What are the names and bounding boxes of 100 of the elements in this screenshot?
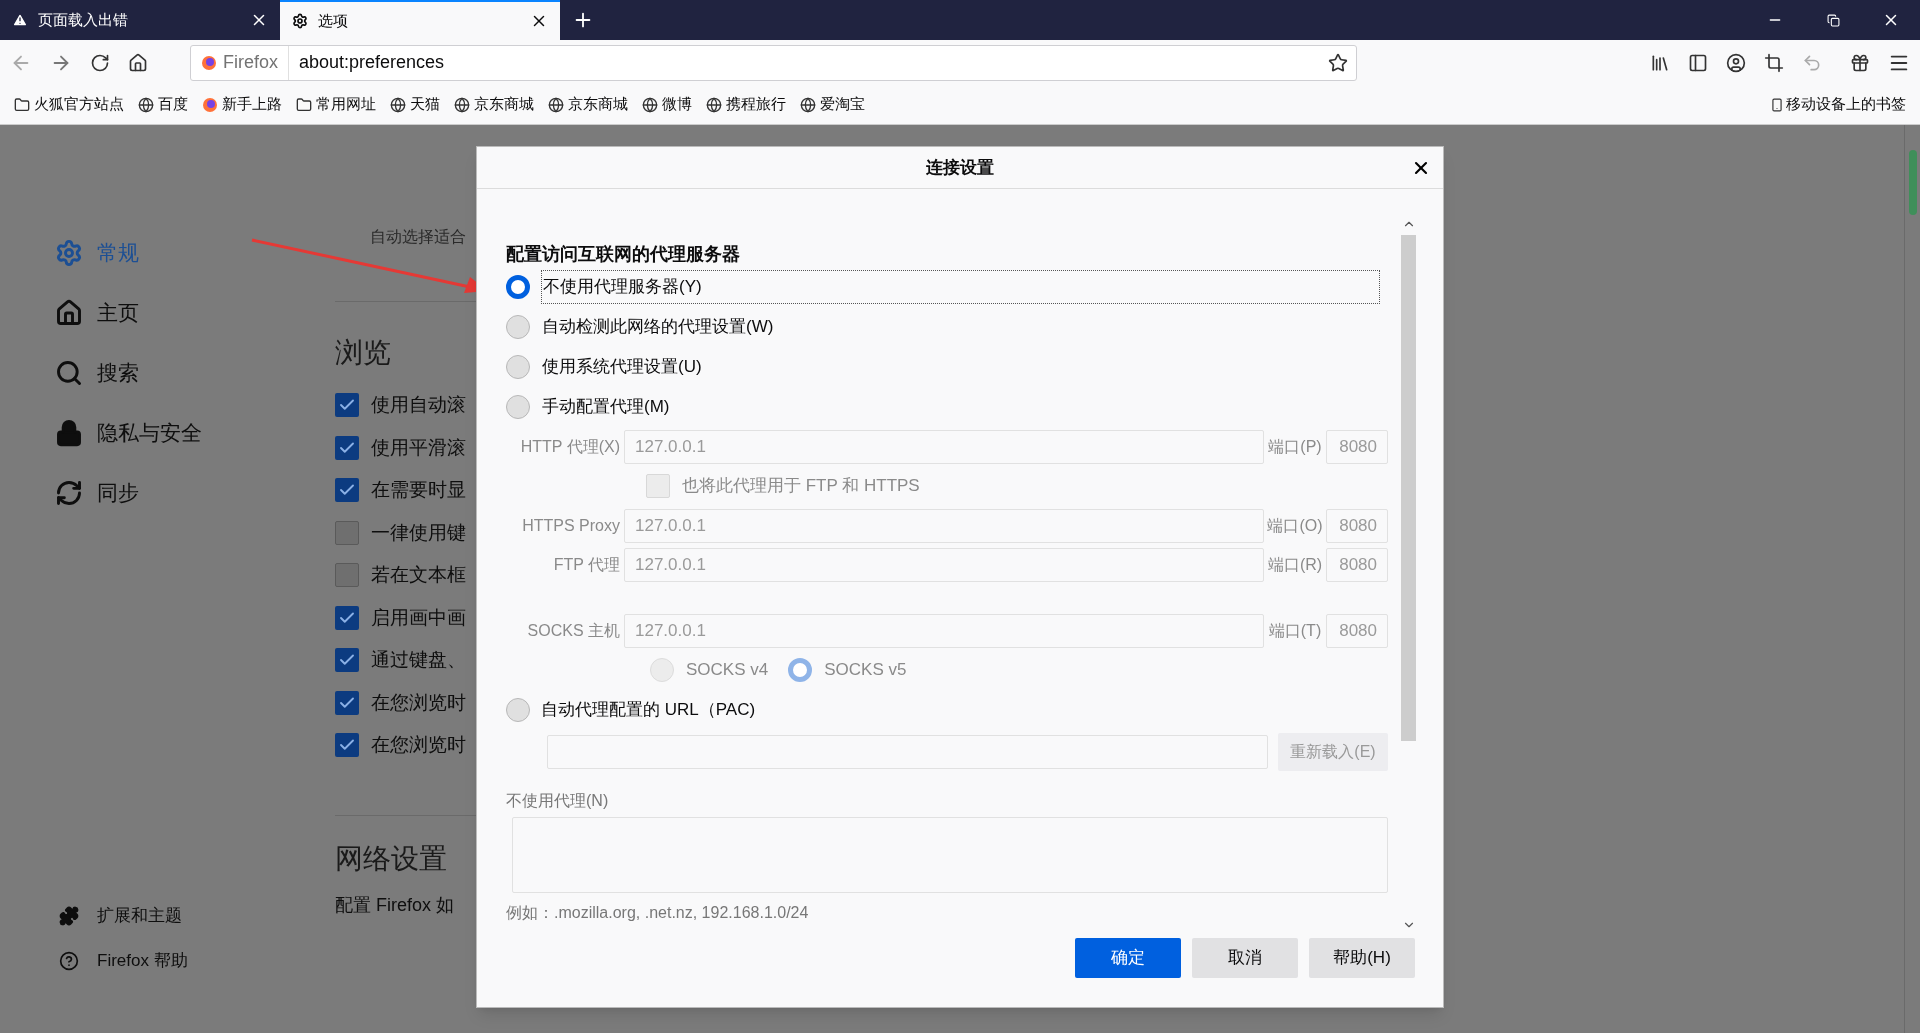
dialog-button[interactable]: 确定 [1075, 938, 1181, 978]
bookmark-item[interactable]: 新手上路 [202, 93, 282, 116]
lock-icon [55, 419, 83, 447]
radio-button[interactable] [788, 658, 813, 682]
restore-icon[interactable] [1826, 13, 1840, 27]
checkbox-label: 使用平滑滚 [371, 435, 466, 460]
proxy-label: HTTP 代理(X) [519, 437, 621, 457]
radio-label: 自动检测此网络的代理设置(W) [541, 316, 775, 339]
checkbox[interactable] [335, 733, 359, 758]
sidebar-item[interactable]: 主页 [55, 283, 335, 343]
globe-icon [390, 96, 406, 113]
account-icon[interactable] [1726, 52, 1746, 73]
bookmark-item[interactable]: 火狐官方站点 [14, 93, 124, 116]
proxy-label: HTTPS Proxy [521, 516, 621, 536]
pac-url-field[interactable] [547, 735, 1268, 769]
reload-icon[interactable] [90, 52, 110, 73]
sidebar-item[interactable]: 搜索 [55, 343, 335, 403]
checkbox-label: 若在文本框 [371, 563, 466, 587]
address-bar[interactable]: Firefox about:preferences [190, 44, 1357, 81]
checkbox-label: 也将此代理用于 FTP 和 HTTPS [682, 475, 920, 498]
section-heading: 配置访问互联网的代理服务器 [506, 243, 741, 266]
globe-icon [642, 96, 658, 113]
checkbox-label: 在您浏览时 [371, 690, 466, 715]
globe-icon [548, 96, 564, 113]
dialog-title: 连接设置 [926, 156, 994, 179]
tab-title: 页面载入出错 [38, 9, 129, 30]
field-label: 不使用代理(N) [506, 791, 610, 811]
home-icon[interactable] [128, 52, 148, 73]
port-label: 端口(P) [1267, 437, 1323, 457]
checkbox-label: 使用自动滚 [371, 393, 466, 417]
section-heading: 浏览 [335, 336, 391, 370]
scrollbar-thumb[interactable] [1908, 150, 1917, 215]
bookmark-item[interactable]: 百度 [138, 93, 188, 116]
checkbox-label: 在您浏览时 [371, 733, 466, 757]
bookmark-item[interactable]: 京东商城 [454, 93, 534, 116]
radio-label: SOCKS v5 [824, 659, 907, 682]
sidebar-item[interactable]: 扩展和主题 [55, 893, 335, 938]
checkbox[interactable] [335, 648, 359, 673]
globe-icon [454, 96, 470, 113]
sidebar-item[interactable]: 同步 [55, 463, 335, 523]
url-text: about:preferences [298, 51, 446, 74]
globe-icon [138, 96, 154, 113]
search-icon [55, 359, 83, 387]
checkbox-label: 通过键盘、 [371, 648, 466, 672]
checkbox-label: 启用画中画 [371, 605, 466, 630]
radio-button[interactable] [506, 275, 530, 299]
no-proxy-field[interactable] [512, 817, 1388, 893]
crop-icon[interactable] [1764, 52, 1784, 73]
bookmark-item[interactable]: 微博 [642, 93, 692, 116]
checkbox[interactable] [335, 393, 359, 418]
checkbox[interactable] [335, 520, 359, 545]
browser-tab[interactable]: 页面载入出错 [0, 0, 280, 40]
radio-label: 使用系统代理设置(U) [541, 356, 703, 379]
bookmark-item[interactable]: 京东商城 [548, 93, 628, 116]
section-heading: 网络设置 [335, 841, 447, 876]
radio-label: 手动配置代理(M) [541, 396, 671, 419]
checkbox[interactable] [335, 478, 359, 503]
sidebar-item[interactable]: 隐私与安全 [55, 403, 335, 463]
identity-label: Firefox [223, 51, 278, 74]
bookmark-item[interactable]: 移动设备上的书签 [1770, 93, 1906, 116]
intro-text: 自动选择适合 [369, 227, 466, 247]
warning-icon [12, 12, 28, 28]
sidebar-icon[interactable] [1688, 52, 1708, 73]
proxy-label: SOCKS 主机 [526, 621, 621, 641]
radio-label: SOCKS v4 [686, 659, 769, 682]
radio-button[interactable] [506, 315, 530, 339]
radio-button[interactable] [506, 395, 530, 419]
checkbox[interactable] [335, 563, 359, 588]
help-icon [59, 950, 79, 971]
tab-title: 选项 [318, 10, 349, 31]
bookmark-item[interactable]: 携程旅行 [706, 93, 786, 116]
phone-icon [1770, 97, 1784, 112]
radio-label: 自动代理配置的 URL（PAC) [541, 698, 756, 721]
browser-logo-icon [201, 54, 217, 71]
checkbox[interactable] [335, 605, 359, 630]
port-label: 端口(T) [1267, 621, 1323, 641]
sidebar-item[interactable]: Firefox 帮助 [55, 938, 335, 983]
radio-button[interactable] [506, 355, 530, 379]
home-icon [55, 299, 83, 327]
bookmark-item[interactable]: 爱淘宝 [800, 93, 865, 116]
port-label: 端口(O) [1266, 516, 1324, 536]
port-label: 端口(R) [1266, 555, 1324, 575]
gift-icon[interactable] [1850, 52, 1870, 73]
folder-icon [14, 96, 30, 113]
checkbox[interactable] [335, 435, 359, 460]
browser-logo-icon [202, 96, 218, 113]
scrollbar-thumb[interactable] [1401, 235, 1416, 741]
dialog-button[interactable]: 取消 [1192, 938, 1298, 978]
browser-tab[interactable]: 选项 [280, 0, 560, 40]
puzzle-icon [59, 905, 79, 926]
section-description: 配置 Firefox 如 [335, 893, 454, 917]
radio-button[interactable] [506, 697, 530, 722]
checkbox-label: 在需要时显 [371, 478, 466, 502]
checkbox[interactable] [335, 690, 359, 715]
folder-icon [296, 96, 312, 113]
radio-label: 不使用代理服务器(Y) [541, 270, 1380, 304]
bookmark-star-icon[interactable] [1328, 52, 1348, 73]
bookmark-item[interactable]: 天猫 [390, 93, 440, 116]
dialog-button[interactable]: 帮助(H) [1309, 938, 1415, 978]
bookmark-item[interactable]: 常用网址 [296, 93, 376, 116]
